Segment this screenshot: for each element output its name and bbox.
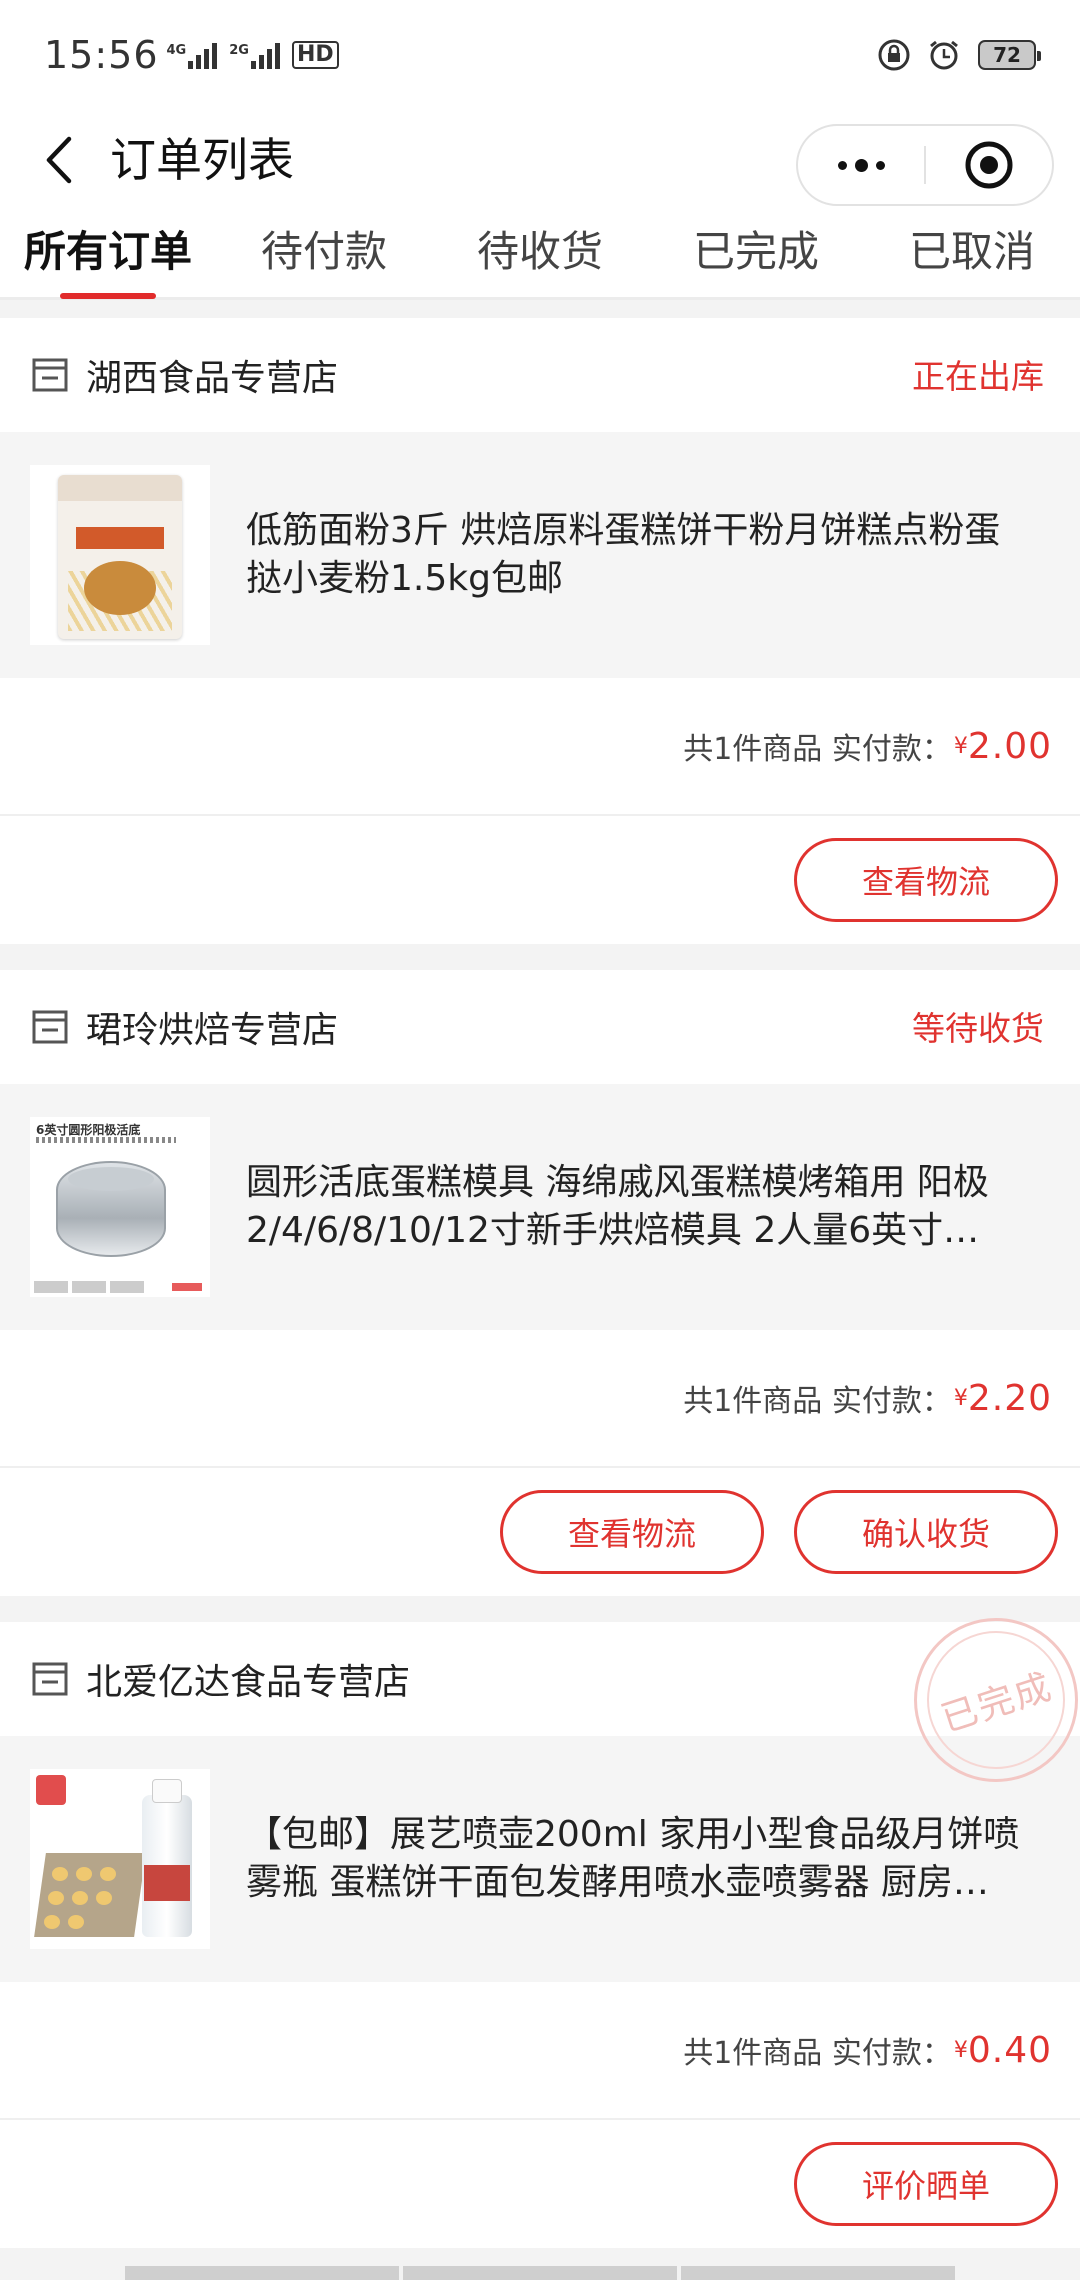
product-image-caption: 6英寸圆形阳极活底 [36, 1123, 141, 1137]
more-dots-icon [837, 158, 885, 172]
order-header[interactable]: 湖西食品专营店 正在出库 [0, 318, 1080, 432]
network-indicators: 4G 2G HD [167, 41, 339, 69]
tab-label: 已取消 [908, 227, 1035, 276]
signal-bars-icon [250, 43, 280, 69]
paid-amount: 2.00 [967, 725, 1052, 767]
tab-label: 待付款 [260, 227, 387, 276]
tab-pending-receipt[interactable]: 待收货 [432, 210, 648, 297]
goods-item[interactable]: 低筋面粉3斤 烘焙原料蛋糕饼干粉月饼糕点粉蛋挞小麦粉1.5kg包邮 [0, 432, 1080, 678]
order-card: 珺玲烘焙专营店 等待收货 6英寸圆形阳极活底 圆形活底蛋糕模具 海绵戚风蛋糕模烤… [0, 970, 1080, 1596]
product-title: 圆形活底蛋糕模具 海绵戚风蛋糕模烤箱用 阳极2/4/6/8/10/12寸新手烘焙… [246, 1162, 989, 1251]
network-type-2: 2G [229, 43, 249, 58]
target-circle-icon [965, 141, 1013, 189]
shop-name: 北爱亿达食品专营店 [86, 1662, 411, 1703]
tab-pending-payment[interactable]: 待付款 [216, 210, 432, 297]
signal-2: 2G [229, 43, 280, 69]
brand-logo-graphic [36, 1775, 66, 1805]
confirm-receipt-button[interactable]: 确认收货 [794, 1490, 1058, 1574]
alarm-icon [930, 40, 958, 70]
next-card-peek [0, 2266, 1080, 2280]
network-type-1: 4G [166, 43, 187, 58]
battery-level: 72 [993, 43, 1021, 67]
paid-amount: 0.40 [967, 2029, 1052, 2071]
goods-item[interactable]: 6英寸圆形阳极活底 圆形活底蛋糕模具 海绵戚风蛋糕模烤箱用 阳极2/4/6/8/… [0, 1084, 1080, 1330]
product-title: 【包邮】展艺喷壶200ml 家用小型食品级月饼喷雾瓶 蛋糕饼干面包发酵用喷水壶喷… [246, 1814, 1020, 1903]
signal-bars-icon [188, 43, 218, 69]
completed-stamp: 已完成 [914, 1618, 1078, 1782]
store-icon [32, 358, 68, 392]
order-header[interactable]: 北爱亿达食品专营店 已完成 [0, 1618, 1080, 1782]
order-summary: 共1件商品 实付款： ¥ 2.00 [0, 678, 1080, 816]
status-bar: 15:56 4G 2G HD 72 [0, 0, 1080, 110]
tab-label: 待收货 [476, 227, 603, 276]
order-list: 湖西食品专营店 正在出库 低筋面粉3斤 烘焙原料蛋糕饼干粉月饼糕点粉蛋挞小麦粉1… [0, 318, 1080, 2274]
order-status: 等待收货 [912, 1009, 1044, 1048]
product-image: 6英寸圆形阳极活底 [30, 1117, 210, 1297]
summary-label: 共1件商品 实付款： [683, 2036, 952, 2071]
tab-label: 已完成 [692, 227, 819, 276]
status-time: 15:56 [44, 33, 159, 77]
flour-bag-graphic [58, 475, 182, 639]
shop-name: 湖西食品专营店 [86, 358, 339, 399]
nav-bar: 订单列表 [0, 110, 1080, 210]
battery-icon: 72 [978, 40, 1041, 70]
order-tabs: 所有订单 待付款 待收货 已完成 已取消 [0, 210, 1080, 300]
signal-1: 4G [167, 43, 218, 69]
product-image [30, 465, 210, 645]
product-image [30, 1769, 210, 1949]
order-summary: 共1件商品 实付款： ¥ 2.20 [0, 1330, 1080, 1468]
store-icon [32, 1010, 68, 1044]
back-button[interactable] [30, 132, 86, 188]
tab-all-orders[interactable]: 所有订单 [0, 210, 216, 297]
screen-lock-icon [878, 39, 910, 71]
more-button[interactable] [798, 126, 924, 204]
order-status: 正在出库 [912, 357, 1044, 396]
status-left: 15:56 4G 2G HD [44, 33, 339, 77]
tab-cancelled[interactable]: 已取消 [864, 210, 1080, 297]
currency-symbol: ¥ [953, 2037, 968, 2063]
page-title: 订单列表 [110, 133, 294, 187]
order-header[interactable]: 珺玲烘焙专营店 等待收货 [0, 970, 1080, 1084]
summary-label: 共1件商品 实付款： [683, 1384, 952, 1419]
order-summary: 共1件商品 实付款： ¥ 0.40 [0, 1982, 1080, 2120]
paid-amount: 2.20 [967, 1377, 1052, 1419]
miniprogram-capsule [796, 124, 1054, 206]
store-icon [32, 1662, 68, 1696]
status-right: 72 [878, 39, 1041, 71]
hd-voice-icon: HD [291, 41, 339, 69]
order-actions: 查看物流 [0, 816, 1080, 944]
tab-completed[interactable]: 已完成 [648, 210, 864, 297]
page: 15:56 4G 2G HD 72 订单列表 所有订单 待付款 待收货 已完成 … [0, 0, 1080, 2280]
chevron-left-icon [46, 136, 72, 184]
product-title: 低筋面粉3斤 烘焙原料蛋糕饼干粉月饼糕点粉蛋挞小麦粉1.5kg包邮 [246, 510, 1001, 599]
close-miniprogram-button[interactable] [926, 126, 1052, 204]
view-logistics-button[interactable]: 查看物流 [500, 1490, 764, 1574]
order-card: 湖西食品专营店 正在出库 低筋面粉3斤 烘焙原料蛋糕饼干粉月饼糕点粉蛋挞小麦粉1… [0, 318, 1080, 944]
order-card: 北爱亿达食品专营店 已完成 【包邮】展艺喷壶200ml 家用小型食品级月饼喷雾瓶… [0, 1618, 1080, 2248]
stamp-text: 已完成 [936, 1666, 1058, 1741]
shop-name: 珺玲烘焙专营店 [86, 1010, 339, 1051]
review-button[interactable]: 评价晒单 [794, 2142, 1058, 2226]
summary-label: 共1件商品 实付款： [683, 732, 952, 767]
view-logistics-button[interactable]: 查看物流 [794, 838, 1058, 922]
goods-item[interactable]: 【包邮】展艺喷壶200ml 家用小型食品级月饼喷雾瓶 蛋糕饼干面包发酵用喷水壶喷… [0, 1736, 1080, 1982]
currency-symbol: ¥ [953, 733, 968, 759]
currency-symbol: ¥ [953, 1385, 968, 1411]
order-actions: 查看物流 确认收货 [0, 1468, 1080, 1596]
order-actions: 评价晒单 [0, 2120, 1080, 2248]
tab-label: 所有订单 [23, 227, 192, 276]
